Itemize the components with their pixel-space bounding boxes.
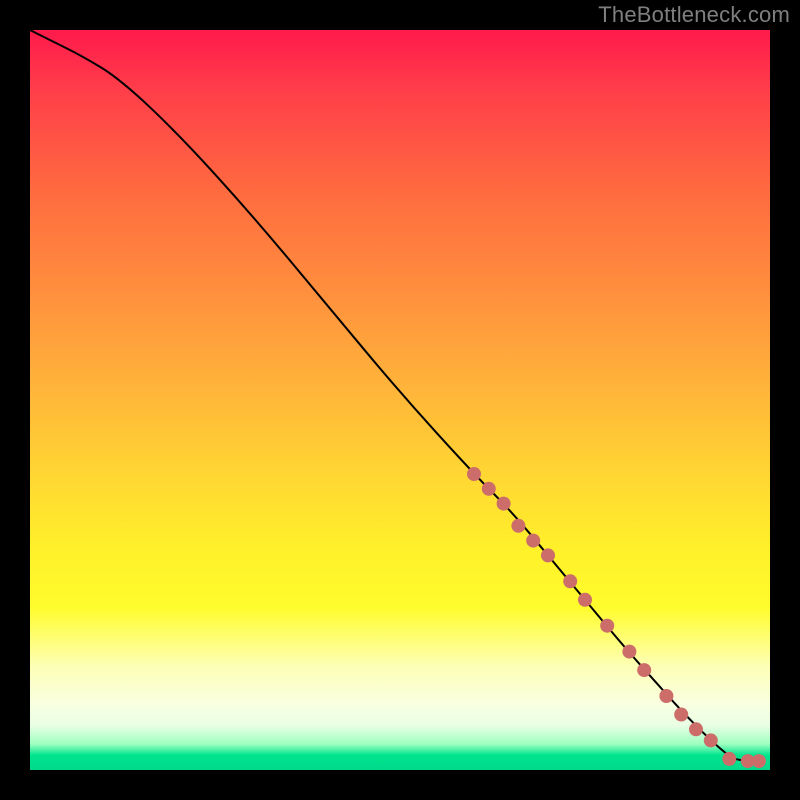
data-point [622,645,636,659]
data-point [659,689,673,703]
data-point [541,548,555,562]
bottleneck-curve [30,30,763,761]
chart-stage: TheBottleneck.com [0,0,800,800]
plot-area [30,30,770,770]
data-point [497,497,511,511]
data-point [511,519,525,533]
data-point [563,574,577,588]
data-point [467,467,481,481]
data-point [600,619,614,633]
data-point [482,482,496,496]
data-point [704,733,718,747]
data-point [578,593,592,607]
data-point [689,722,703,736]
data-point [752,754,766,768]
data-point [637,663,651,677]
chart-overlay [30,30,770,770]
watermark-label: TheBottleneck.com [598,2,790,28]
data-point [674,708,688,722]
data-point [526,534,540,548]
data-point [722,752,736,766]
